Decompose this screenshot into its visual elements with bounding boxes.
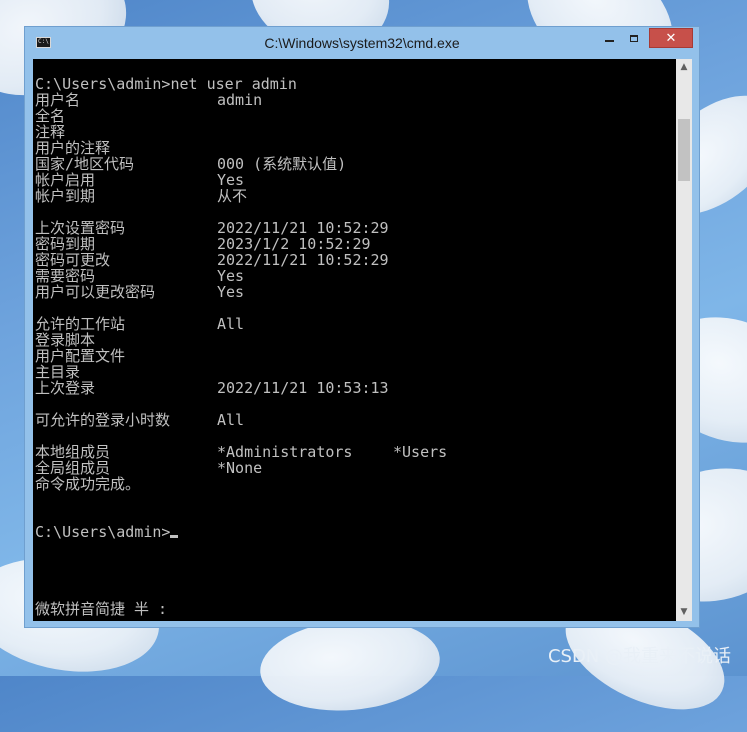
- console-value: Yes: [217, 283, 245, 301]
- vertical-scrollbar[interactable]: ▲ ▼: [676, 59, 692, 621]
- console-value: All: [217, 411, 245, 429]
- console-value: 2022/11/21 10:52:29: [217, 251, 389, 269]
- console-line: 密码到期 2023/1/2 10:52:29: [35, 236, 371, 252]
- console-line: 用户配置文件: [35, 348, 125, 364]
- console-label: 用户可以更改密码: [35, 283, 156, 301]
- console-value: *Administrators: [217, 443, 353, 461]
- console-line: 本地组成员 *Administrators *Users: [35, 444, 447, 460]
- console-line: C:\Users\admin>: [35, 523, 179, 541]
- scroll-down-icon[interactable]: ▼: [676, 604, 692, 621]
- console-label: C:\Users\admin>: [35, 523, 171, 541]
- console-line: 全名: [35, 108, 65, 124]
- console-value: 从不: [217, 187, 248, 205]
- cmd-window[interactable]: C:\. C:\Windows\system32\cmd.exe ✕ C:\Us…: [24, 26, 700, 628]
- console-line: 注释: [35, 124, 65, 140]
- console-value: *None: [217, 459, 263, 477]
- maximize-button[interactable]: [623, 28, 645, 48]
- console-line: 用户名 admin: [35, 92, 262, 108]
- console-line: 用户的注释: [35, 140, 110, 156]
- console-line: 可允许的登录小时数 All: [35, 411, 244, 429]
- console-line: 帐户到期 从不: [35, 187, 247, 205]
- console-value: Yes: [217, 171, 245, 189]
- console-line: 需要密码 Yes: [35, 268, 244, 284]
- console-label: 命令成功完成。: [35, 475, 141, 493]
- title-bar[interactable]: C:\. C:\Windows\system32\cmd.exe ✕: [25, 27, 699, 59]
- console-line: 上次设置密码 2022/11/21 10:52:29: [35, 220, 389, 236]
- console-line: 登录脚本: [35, 332, 95, 348]
- close-button[interactable]: ✕: [649, 28, 693, 48]
- console-line: C:\Users\admin>net user admin: [35, 76, 297, 92]
- watermark: CSDN @我重来不说话: [547, 646, 731, 667]
- console-output[interactable]: C:\Users\admin>net user admin 用户名 admin 全名注…: [33, 59, 676, 621]
- text-cursor: [170, 535, 179, 538]
- console-line: 密码可更改 2022/11/21 10:52:29: [35, 252, 389, 268]
- console-line: 主目录: [35, 364, 80, 380]
- scroll-thumb[interactable]: [678, 119, 690, 181]
- console-value: 000 (系统默认值): [217, 155, 347, 173]
- console-label: 帐户到期: [35, 187, 96, 205]
- console-value: Yes: [217, 267, 245, 285]
- console-value: 2023/1/2 10:52:29: [217, 235, 371, 253]
- console-value: admin: [217, 91, 263, 109]
- wallpaper-petal: [256, 612, 444, 718]
- console-line: 用户可以更改密码 Yes: [35, 283, 244, 301]
- console-line: 全局组成员 *None: [35, 460, 262, 476]
- console-line: 上次登录 2022/11/21 10:53:13: [35, 379, 389, 397]
- console-label: 可允许的登录小时数: [35, 411, 171, 429]
- console-label: 上次登录: [35, 379, 96, 397]
- scroll-up-icon[interactable]: ▲: [676, 59, 692, 76]
- console-value: 2022/11/21 10:53:13: [217, 379, 389, 397]
- minimize-button[interactable]: [598, 28, 620, 48]
- console-value: All: [217, 315, 245, 333]
- close-icon: ✕: [665, 30, 677, 46]
- console-value: *Users: [393, 443, 448, 461]
- console-line: 帐户启用 Yes: [35, 172, 244, 188]
- minimize-icon: [604, 40, 614, 42]
- console-line: 允许的工作站 All: [35, 316, 244, 332]
- console-line: 国家/地区代码 000 (系统默认值): [35, 156, 346, 172]
- ime-status-bar: 微软拼音简捷 半 :: [35, 600, 168, 618]
- console-line: 命令成功完成。: [35, 476, 140, 492]
- maximize-icon: [630, 34, 638, 42]
- console-value: 2022/11/21 10:52:29: [217, 219, 389, 237]
